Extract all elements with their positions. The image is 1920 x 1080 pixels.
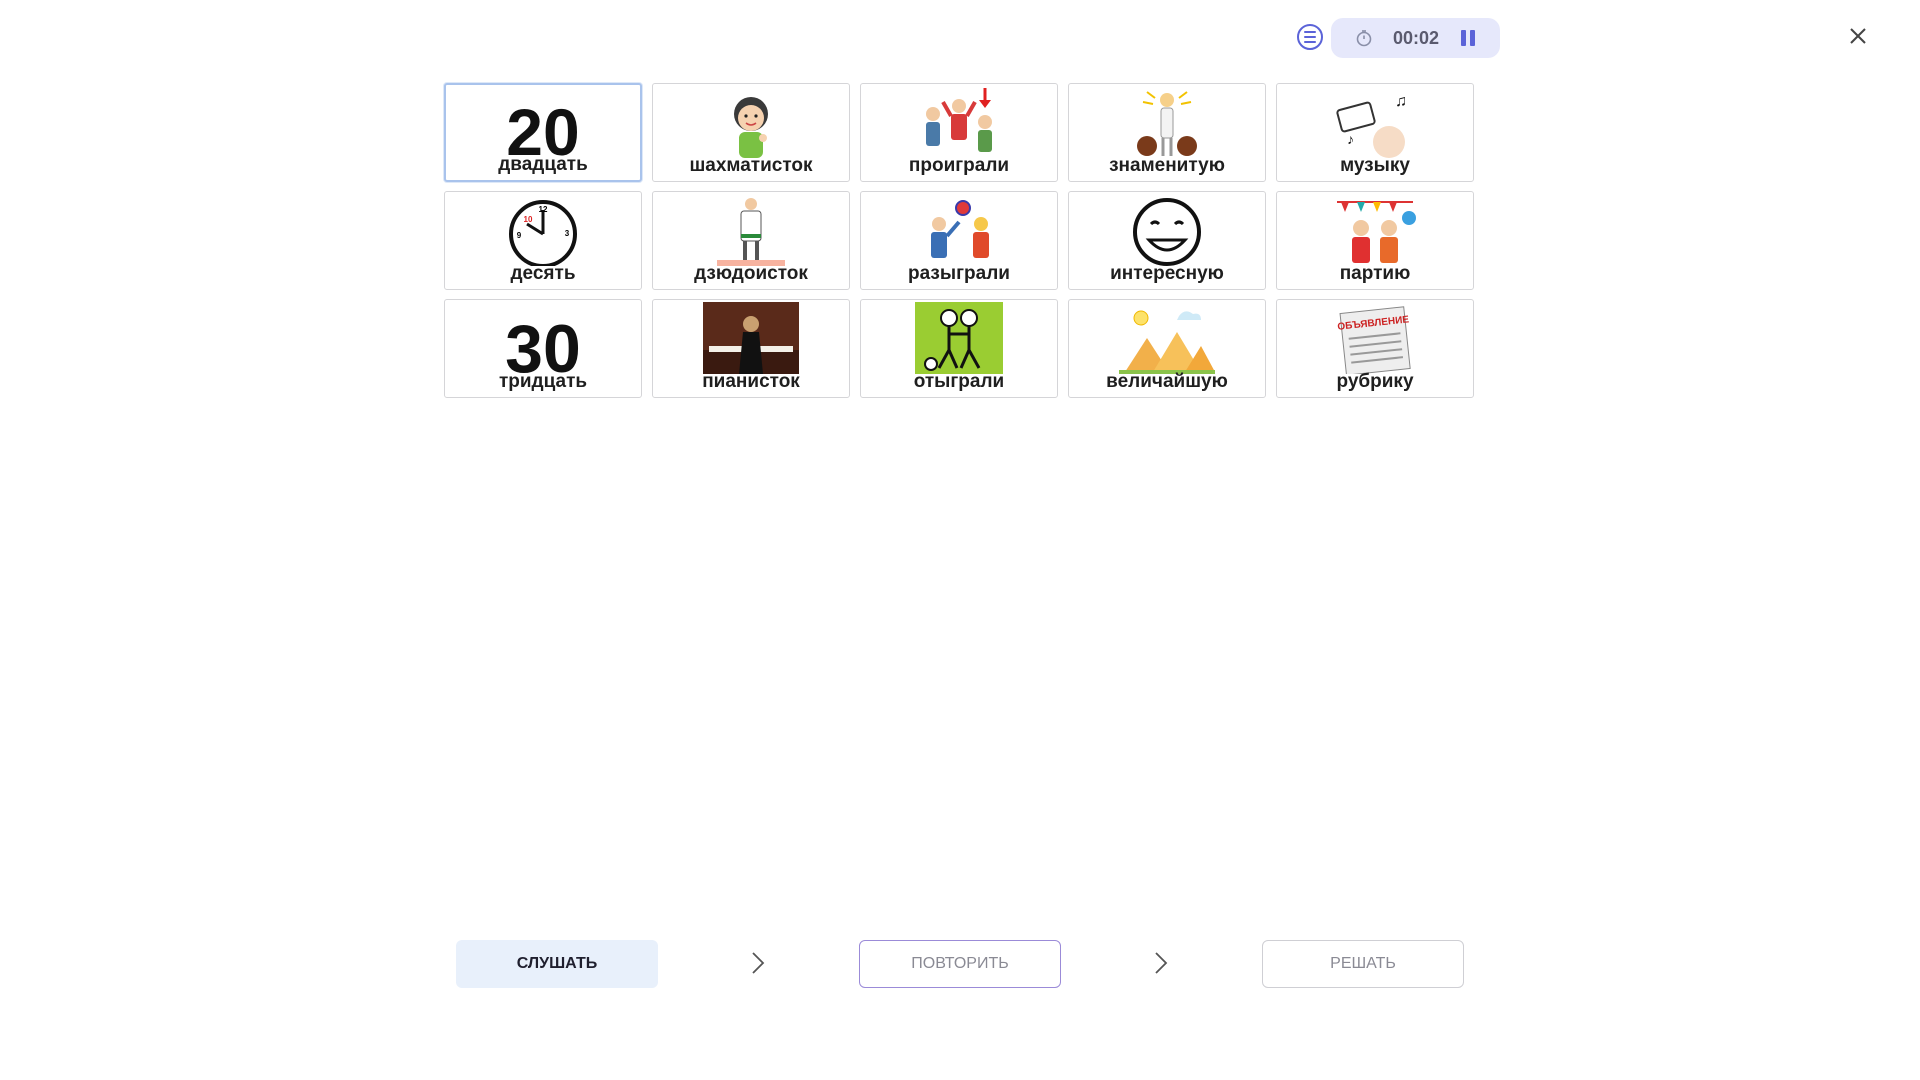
svg-text:9: 9 — [517, 231, 522, 240]
pyramids-picture — [1069, 302, 1265, 374]
chevron-right-icon — [752, 952, 765, 974]
solve-button[interactable]: РЕШАТЬ — [1262, 940, 1464, 988]
word-card-label: интересную — [1110, 263, 1224, 284]
word-card[interactable]: знаменитую — [1068, 83, 1266, 182]
word-card[interactable]: пианисток — [652, 299, 850, 398]
girl-portrait-icon — [734, 97, 768, 158]
smiling-face-icon — [1133, 198, 1201, 266]
word-card[interactable]: разыграли — [860, 191, 1058, 290]
close-icon[interactable] — [1848, 26, 1868, 46]
clock-ten-picture: 12 10 3 9 — [445, 194, 641, 266]
word-card-label: музыку — [1340, 155, 1410, 176]
famous-woman-picture — [1069, 86, 1265, 158]
pianist-photo-icon — [703, 302, 799, 374]
party-children-icon — [1337, 201, 1416, 263]
word-card-label: знаменитую — [1109, 155, 1225, 176]
word-card[interactable]: партию — [1276, 191, 1474, 290]
word-card-label: шахматисток — [689, 155, 813, 176]
radio-music-icon: ♫♪ — [1336, 93, 1407, 158]
word-card[interactable]: ♫ ♪ музыку — [1276, 83, 1474, 182]
svg-text:3: 3 — [565, 229, 570, 238]
newspaper-picture: ОБЪЯВЛЕНИЕ — [1277, 302, 1473, 374]
pianist-photo-picture — [653, 302, 849, 374]
timer-value: 00:02 — [1393, 27, 1440, 48]
word-card[interactable]: 30 тридцать — [444, 299, 642, 398]
chevron-right-icon — [1155, 952, 1168, 974]
famous-woman-icon — [1137, 91, 1197, 156]
children-lost-picture — [861, 86, 1057, 158]
word-card-label: пианисток — [702, 371, 800, 392]
judoka-picture — [653, 194, 849, 266]
pause-icon[interactable] — [1461, 30, 1476, 46]
radio-music-picture: ♫ ♪ — [1277, 86, 1473, 158]
svg-text:30: 30 — [505, 311, 581, 374]
party-children-picture — [1277, 194, 1473, 266]
svg-text:10: 10 — [524, 215, 533, 224]
children-playing-ball-picture — [861, 194, 1057, 266]
svg-text:12: 12 — [539, 205, 548, 214]
word-card[interactable]: ОБЪЯВЛЕНИЕ рубрику — [1276, 299, 1474, 398]
word-card[interactable]: величайшую — [1068, 299, 1266, 398]
word-card-label: двадцать — [498, 154, 588, 175]
word-card-label: отыграли — [913, 371, 1005, 392]
word-card[interactable]: проиграли — [860, 83, 1058, 182]
children-playing-ball-icon — [931, 200, 989, 258]
word-card-label: десять — [510, 263, 576, 284]
svg-text:20: 20 — [506, 95, 579, 159]
repeat-button[interactable]: ПОВТОРИТЬ — [859, 940, 1061, 988]
smiling-face-picture — [1069, 194, 1265, 266]
word-card-label: величайшую — [1106, 371, 1228, 392]
timer-panel: 00:02 — [1331, 18, 1500, 58]
word-card[interactable]: отыграли — [860, 299, 1058, 398]
stick-figures-ball-icon — [915, 302, 1003, 374]
pyramids-icon — [1119, 310, 1215, 374]
svg-text:♫: ♫ — [1395, 93, 1407, 110]
svg-text:♪: ♪ — [1347, 131, 1354, 147]
clock-ten-icon: 12 10 3 9 — [509, 200, 577, 266]
exercise-screen: 00:02 20 двадцать шахматисток проиграли знам… — [0, 0, 1920, 1080]
word-card-label: дзюдоисток — [694, 263, 808, 284]
word-card[interactable]: дзюдоисток — [652, 191, 850, 290]
girl-portrait-picture — [653, 86, 849, 158]
word-card[interactable]: интересную — [1068, 191, 1266, 290]
listen-button[interactable]: СЛУШАТЬ — [456, 940, 658, 988]
number-30-icon: 30 — [505, 311, 581, 374]
word-card-grid: 20 двадцать шахматисток проиграли знаменитую… — [444, 83, 1474, 398]
word-card-label: партию — [1339, 263, 1411, 284]
stopwatch-icon — [1356, 30, 1372, 47]
number-30-picture: 30 — [445, 302, 641, 374]
word-card-label: проиграли — [908, 155, 1010, 176]
stick-figures-ball-picture — [861, 302, 1057, 374]
word-card[interactable]: шахматисток — [652, 83, 850, 182]
number-20-picture: 20 — [446, 87, 640, 159]
word-card-label: тридцать — [498, 371, 588, 392]
children-lost-icon — [926, 88, 992, 152]
word-card[interactable]: 12 10 3 9 десять — [444, 191, 642, 290]
list-menu-icon[interactable] — [1297, 24, 1323, 50]
newspaper-icon: ОБЪЯВЛЕНИЕ — [1337, 306, 1411, 374]
judoka-icon — [717, 198, 785, 266]
word-card-label: рубрику — [1336, 371, 1414, 392]
word-card[interactable]: 20 двадцать — [444, 83, 642, 182]
word-card-label: разыграли — [908, 263, 1010, 284]
number-20-icon: 20 — [506, 95, 579, 159]
